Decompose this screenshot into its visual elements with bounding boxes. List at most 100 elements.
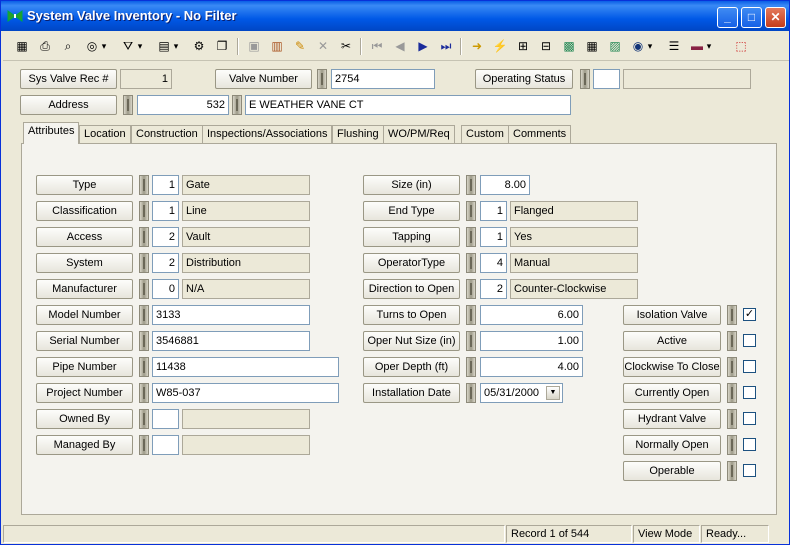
sys-valve-rec-label[interactable]: Sys Valve Rec # [20, 69, 117, 89]
last-record-icon[interactable]: ⏭ [437, 37, 455, 55]
pipe-number-label[interactable]: Pipe Number [36, 357, 133, 377]
end-type-code[interactable]: 1 [480, 201, 507, 221]
direction-to-open-code[interactable]: 2 [480, 279, 507, 299]
map-icon[interactable]: ▩ [560, 37, 578, 55]
classification-code[interactable]: 1 [152, 201, 179, 221]
clockwise-to-close-label[interactable]: Clockwise To Close [623, 357, 721, 377]
installation-date-label[interactable]: Installation Date [363, 383, 460, 403]
operating-status-label[interactable]: Operating Status [475, 69, 573, 89]
first-record-icon[interactable]: ⏮ [368, 37, 386, 55]
project-number-field[interactable]: W85-037 [152, 383, 339, 403]
properties-icon[interactable]: ⚙ [190, 37, 208, 55]
active-checkbox[interactable] [743, 334, 756, 347]
isolation-valve-label[interactable]: Isolation Valve [623, 305, 721, 325]
save-icon[interactable]: ▣ [245, 37, 263, 55]
active-label[interactable]: Active [623, 331, 721, 351]
serial-number-field[interactable]: 3546881 [152, 331, 310, 351]
operable-label[interactable]: Operable [623, 461, 721, 481]
type-code[interactable]: 1 [152, 175, 179, 195]
tab-attributes[interactable]: Attributes [23, 122, 80, 144]
filter-dropdown-icon[interactable]: ▾ [135, 37, 145, 55]
turns-to-open-label[interactable]: Turns to Open [363, 305, 460, 325]
maximize-button[interactable]: □ [741, 7, 762, 28]
access-label[interactable]: Access [36, 227, 133, 247]
valve-number-field[interactable]: 2754 [331, 69, 435, 89]
goto-icon[interactable]: ➜ [468, 37, 486, 55]
minimize-button[interactable]: _ [717, 7, 738, 28]
model-number-label[interactable]: Model Number [36, 305, 133, 325]
tab-construction[interactable]: Construction [131, 125, 203, 144]
currently-open-checkbox[interactable] [743, 386, 756, 399]
normally-open-label[interactable]: Normally Open [623, 435, 721, 455]
lightning-icon[interactable]: ⚡ [491, 37, 509, 55]
relate-icon[interactable]: ⊟ [537, 37, 555, 55]
delete-icon[interactable]: ✕ [314, 37, 332, 55]
preview-icon[interactable]: ⌕ [59, 37, 77, 55]
oper-nut-size-label[interactable]: Oper Nut Size (in) [363, 331, 460, 351]
operator-type-code[interactable]: 4 [480, 253, 507, 273]
chevron-down-icon[interactable]: ▼ [546, 386, 560, 400]
access-code[interactable]: 2 [152, 227, 179, 247]
tab-comments[interactable]: Comments [508, 125, 572, 144]
operable-checkbox[interactable] [743, 464, 756, 477]
grid-icon[interactable]: ▦ [13, 37, 31, 55]
system-label[interactable]: System [36, 253, 133, 273]
globe-dropdown-icon[interactable]: ▾ [645, 37, 655, 55]
type-label[interactable]: Type [36, 175, 133, 195]
tab-wo-pm-req[interactable]: WO/PM/Req [383, 125, 455, 144]
turns-to-open-field[interactable]: 6.00 [480, 305, 583, 325]
manufacturer-label[interactable]: Manufacturer [36, 279, 133, 299]
operating-status-code[interactable] [593, 69, 620, 89]
hydrant-valve-label[interactable]: Hydrant Valve [623, 409, 721, 429]
clockwise-to-close-checkbox[interactable] [743, 360, 756, 373]
scissors-icon[interactable]: ✂ [337, 37, 355, 55]
books-icon[interactable]: ▥ [268, 37, 286, 55]
serial-number-label[interactable]: Serial Number [36, 331, 133, 351]
address-number-field[interactable]: 532 [137, 95, 229, 115]
model-number-field[interactable]: 3133 [152, 305, 310, 325]
tab-location[interactable]: Location [79, 125, 131, 144]
pipe-number-field[interactable]: 11438 [152, 357, 339, 377]
calculator-icon[interactable]: ▦ [583, 37, 601, 55]
hydrant-valve-checkbox[interactable] [743, 412, 756, 425]
operator-type-label[interactable]: OperatorType [363, 253, 460, 273]
owned-by-label[interactable]: Owned By [36, 409, 133, 429]
tapping-code[interactable]: 1 [480, 227, 507, 247]
tab-custom[interactable]: Custom [461, 125, 509, 144]
normally-open-checkbox[interactable] [743, 438, 756, 451]
direction-to-open-label[interactable]: Direction to Open [363, 279, 460, 299]
photo-icon[interactable]: ▨ [606, 37, 624, 55]
tab-flushing[interactable]: Flushing [332, 125, 384, 144]
owned-by-code[interactable] [152, 409, 179, 429]
project-number-label[interactable]: Project Number [36, 383, 133, 403]
library-dropdown-icon[interactable]: ▾ [704, 37, 714, 55]
end-type-label[interactable]: End Type [363, 201, 460, 221]
copy-icon[interactable]: ❐ [213, 37, 231, 55]
currently-open-label[interactable]: Currently Open [623, 383, 721, 403]
print-icon[interactable]: ⎙ [36, 37, 54, 55]
address-label[interactable]: Address [20, 95, 117, 115]
address-street-field[interactable]: E WEATHER VANE CT [245, 95, 571, 115]
title-bar[interactable]: System Valve Inventory - No Filter _ □ ✕ [1, 1, 789, 31]
exit-icon[interactable]: ⬚ [732, 37, 750, 55]
classification-label[interactable]: Classification [36, 201, 133, 221]
oper-nut-size-field[interactable]: 1.00 [480, 331, 583, 351]
tab-inspections-associations[interactable]: Inspections/Associations [202, 125, 333, 144]
oper-depth-label[interactable]: Oper Depth (ft) [363, 357, 460, 377]
manufacturer-code[interactable]: 0 [152, 279, 179, 299]
system-code[interactable]: 2 [152, 253, 179, 273]
oper-depth-field[interactable]: 4.00 [480, 357, 583, 377]
next-record-icon[interactable]: ▶ [414, 37, 432, 55]
binoculars-dropdown-icon[interactable]: ▾ [99, 37, 109, 55]
form-dropdown-icon[interactable]: ▾ [171, 37, 181, 55]
managed-by-code[interactable] [152, 435, 179, 455]
list-icon[interactable]: ☰ [665, 37, 683, 55]
managed-by-label[interactable]: Managed By [36, 435, 133, 455]
tree-icon[interactable]: ⊞ [514, 37, 532, 55]
size-field[interactable]: 8.00 [480, 175, 530, 195]
size-label[interactable]: Size (in) [363, 175, 460, 195]
pencil-icon[interactable]: ✎ [291, 37, 309, 55]
isolation-valve-checkbox[interactable]: ✓ [743, 308, 756, 321]
tapping-label[interactable]: Tapping [363, 227, 460, 247]
valve-number-label[interactable]: Valve Number [215, 69, 312, 89]
